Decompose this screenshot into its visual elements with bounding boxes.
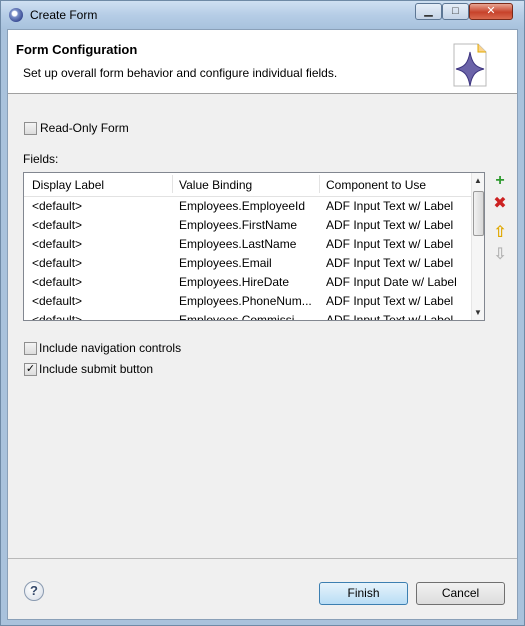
table-row[interactable]: <default> Employees.FirstName ADF Input … xyxy=(24,216,472,235)
component-cell: ADF Input Text w/ Label xyxy=(326,313,454,321)
display-label-cell: <default> xyxy=(32,237,83,251)
column-value-binding[interactable]: Value Binding xyxy=(179,178,252,192)
read-only-label: Read-Only Form xyxy=(40,121,129,135)
table-row[interactable]: <default> Employees.LastName ADF Input T… xyxy=(24,235,472,254)
value-binding-cell: Employees.EmployeeId xyxy=(179,199,306,213)
component-cell: ADF Input Text w/ Label xyxy=(326,237,454,251)
create-form-window: Create Form ▁ □ ✕ Form Configuration Set… xyxy=(0,0,525,626)
dialog-client: Form Configuration Set up overall form b… xyxy=(7,29,518,620)
value-binding-cell: Employees.HireDate xyxy=(179,275,290,289)
move-up-icon[interactable]: ⇧ xyxy=(492,225,508,241)
component-cell: ADF Input Date w/ Label xyxy=(326,275,457,289)
table-row[interactable]: <default> Employees.Commissi... ADF Inpu… xyxy=(24,311,472,321)
page-title: Form Configuration xyxy=(16,42,138,57)
navigation-controls-checkbox[interactable] xyxy=(24,342,37,355)
column-divider[interactable] xyxy=(319,175,320,193)
table-scrollbar[interactable]: ▲ ▼ xyxy=(471,173,484,320)
display-label-cell: <default> xyxy=(32,256,83,270)
add-icon[interactable]: + xyxy=(492,173,508,189)
table-row[interactable]: <default> Employees.Email ADF Input Text… xyxy=(24,254,472,273)
component-cell: ADF Input Text w/ Label xyxy=(326,256,454,270)
component-cell: ADF Input Text w/ Label xyxy=(326,218,454,232)
fields-label: Fields: xyxy=(23,152,59,166)
value-binding-cell: Employees.PhoneNum... xyxy=(179,294,312,308)
value-binding-cell: Employees.FirstName xyxy=(179,218,298,232)
close-button[interactable]: ✕ xyxy=(469,3,513,20)
cancel-button[interactable]: Cancel xyxy=(416,582,505,605)
value-binding-cell: Employees.Commissi... xyxy=(179,313,305,321)
remove-icon[interactable]: ✖ xyxy=(492,196,508,212)
submit-button-label: Include submit button xyxy=(39,362,154,376)
navigation-controls-label: Include navigation controls xyxy=(39,341,182,355)
column-component[interactable]: Component to Use xyxy=(326,178,426,192)
scrollbar-thumb[interactable] xyxy=(473,191,484,236)
wizard-star-icon xyxy=(453,43,487,87)
column-divider[interactable] xyxy=(172,175,173,193)
help-icon[interactable]: ? xyxy=(24,581,44,601)
table-row[interactable]: <default> Employees.HireDate ADF Input D… xyxy=(24,273,472,292)
display-label-cell: <default> xyxy=(32,199,83,213)
scroll-down-arrow-icon[interactable]: ▼ xyxy=(474,308,482,317)
fields-table[interactable]: Display Label Value Binding Component to… xyxy=(23,172,485,321)
maximize-button[interactable]: □ xyxy=(442,3,469,20)
table-row[interactable]: <default> Employees.PhoneNum... ADF Inpu… xyxy=(24,292,472,311)
display-label-cell: <default> xyxy=(32,294,83,308)
component-cell: ADF Input Text w/ Label xyxy=(326,199,454,213)
move-down-icon[interactable]: ⇩ xyxy=(492,247,508,263)
table-row[interactable]: <default> Employees.EmployeeId ADF Input… xyxy=(24,197,472,216)
submit-button-checkbox[interactable]: ✓ xyxy=(24,363,37,376)
display-label-cell: <default> xyxy=(32,313,83,321)
table-header: Display Label Value Binding Component to… xyxy=(24,173,472,197)
eclipse-app-icon xyxy=(9,8,23,22)
finish-button[interactable]: Finish xyxy=(319,582,408,605)
read-only-checkbox[interactable] xyxy=(24,122,37,135)
scroll-up-arrow-icon[interactable]: ▲ xyxy=(474,176,482,185)
wizard-banner: Form Configuration Set up overall form b… xyxy=(8,30,517,94)
value-binding-cell: Employees.LastName xyxy=(179,237,297,251)
window-title: Create Form xyxy=(30,8,98,22)
title-bar[interactable]: Create Form ▁ □ ✕ xyxy=(1,1,524,29)
page-description: Set up overall form behavior and configu… xyxy=(23,66,338,80)
footer-divider xyxy=(8,558,517,559)
component-cell: ADF Input Text w/ Label xyxy=(326,294,454,308)
value-binding-cell: Employees.Email xyxy=(179,256,272,270)
display-label-cell: <default> xyxy=(32,218,83,232)
display-label-cell: <default> xyxy=(32,275,83,289)
column-display-label[interactable]: Display Label xyxy=(32,178,104,192)
minimize-button[interactable]: ▁ xyxy=(415,3,442,20)
